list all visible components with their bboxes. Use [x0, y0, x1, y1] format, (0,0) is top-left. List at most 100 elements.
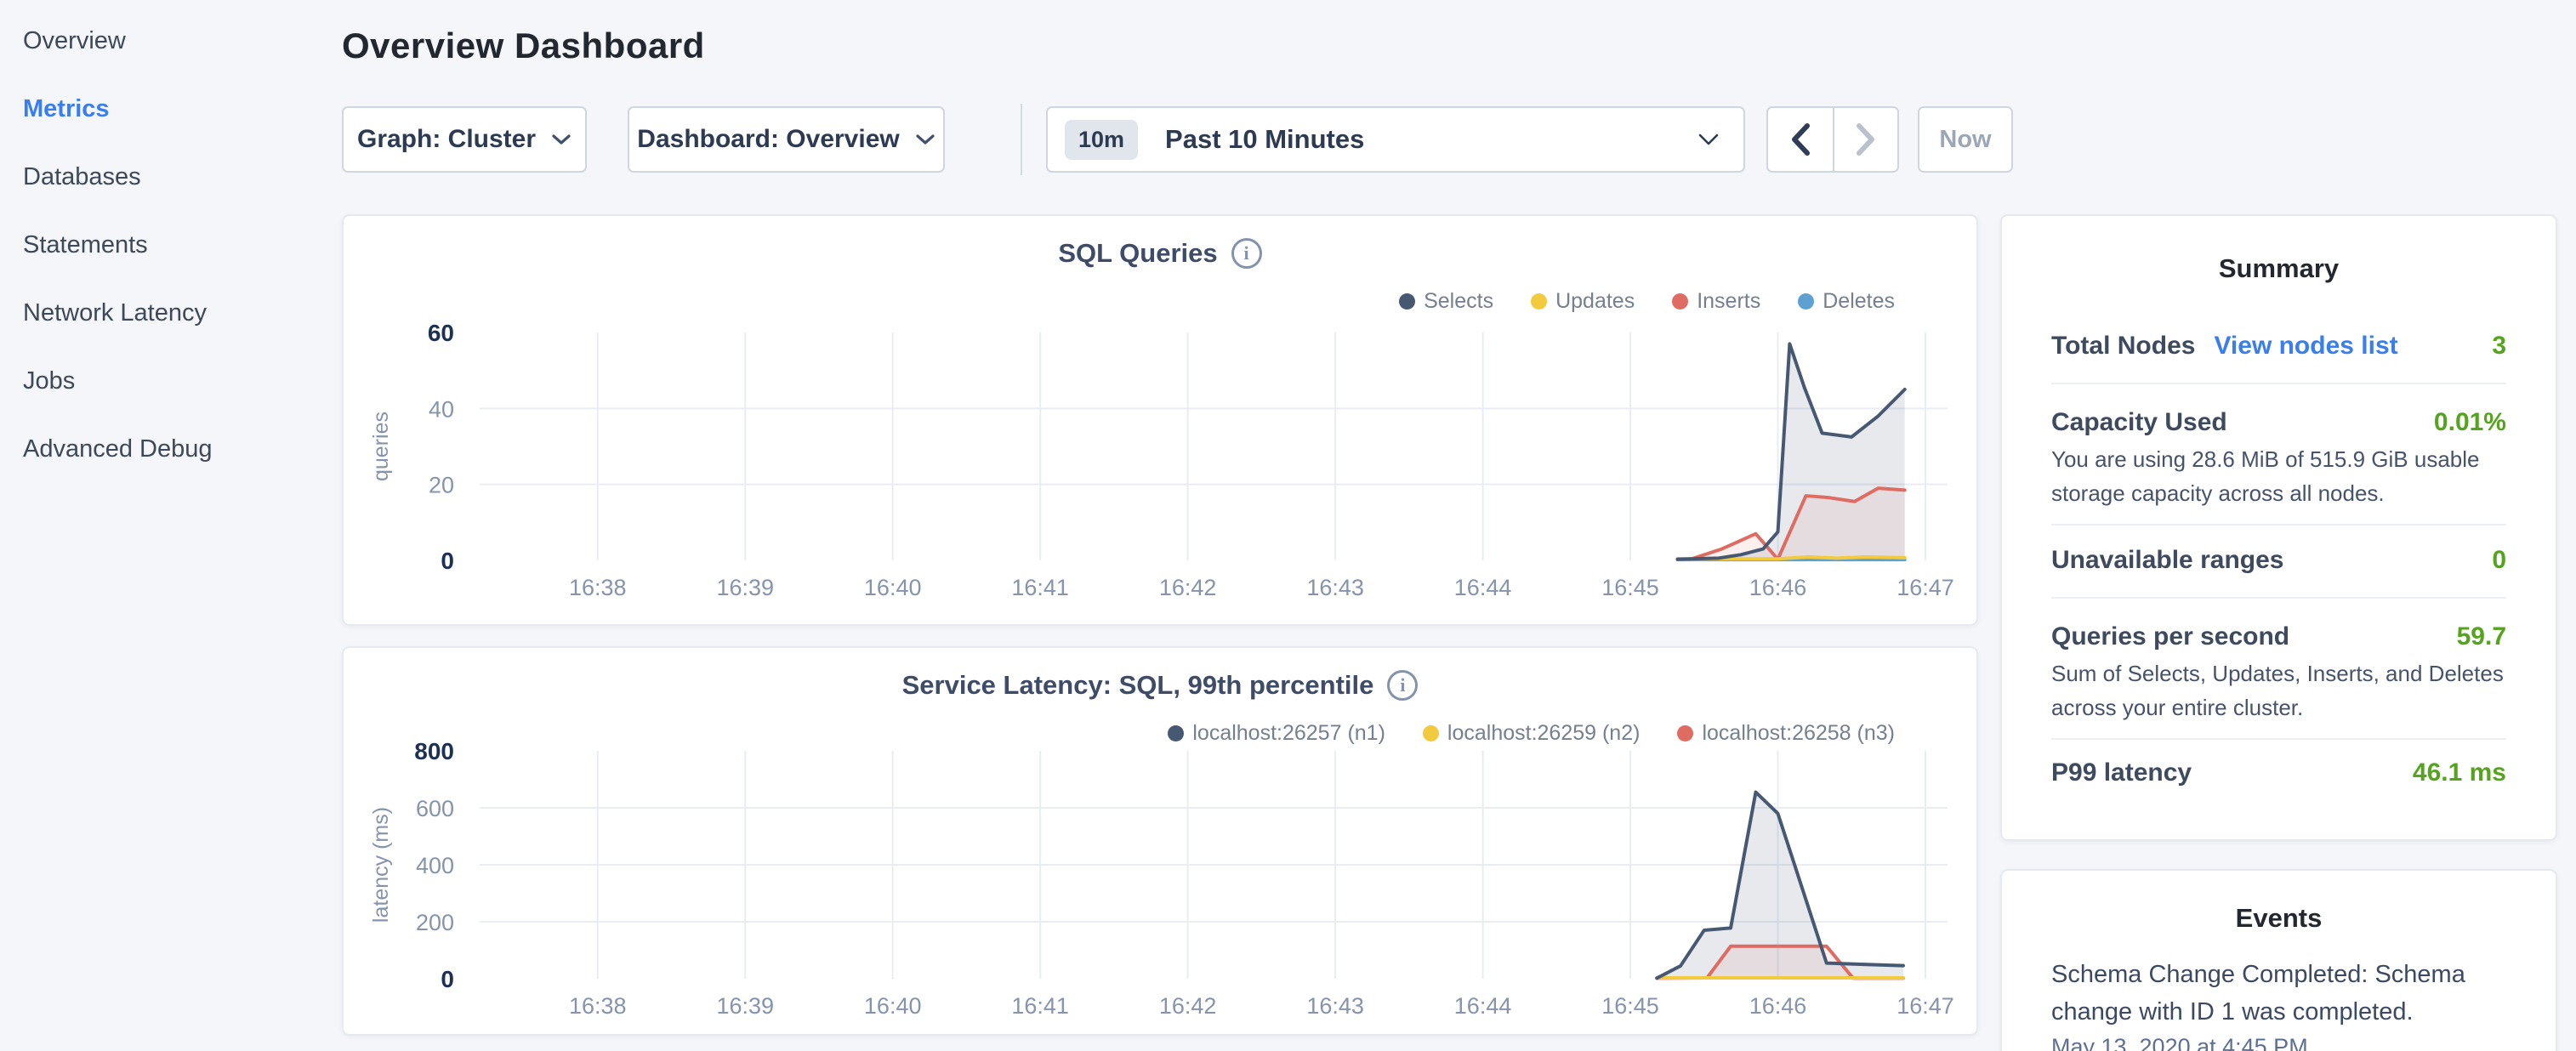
event-timestamp: May 13, 2020 at 4:45 PM	[2051, 1034, 2506, 1051]
svg-text:16:45: 16:45	[1601, 575, 1659, 600]
sql-queries-card: SQL Queries i Selects Updates Inserts Delet…	[342, 214, 1978, 626]
svg-text:16:41: 16:41	[1011, 993, 1069, 1019]
time-range-dropdown[interactable]: 10m Past 10 Minutes	[1046, 106, 1745, 173]
svg-text:16:46: 16:46	[1749, 993, 1807, 1019]
legend-dot-icon	[1672, 293, 1688, 310]
svg-text:16:47: 16:47	[1896, 575, 1954, 600]
legend-dot-icon	[1399, 293, 1415, 310]
sidebar-item-network-latency[interactable]: Network Latency	[0, 279, 340, 347]
time-range-label: Past 10 Minutes	[1165, 124, 1364, 155]
chevron-right-icon	[1855, 122, 1877, 156]
svg-text:400: 400	[416, 853, 454, 878]
summary-panel: Summary Total Nodes View nodes list 3 Ca…	[2000, 214, 2557, 841]
legend-label: Selects	[1424, 289, 1493, 314]
unavailable-ranges-value: 0	[2492, 546, 2506, 575]
svg-text:16:43: 16:43	[1306, 993, 1364, 1019]
chart-title: SQL Queries	[1058, 238, 1217, 269]
total-nodes-value: 3	[2492, 332, 2506, 361]
legend-label: Updates	[1555, 289, 1635, 314]
svg-text:16:42: 16:42	[1159, 575, 1217, 600]
svg-text:16:44: 16:44	[1454, 993, 1512, 1019]
graph-scope-dropdown[interactable]: Graph: Cluster	[342, 106, 587, 173]
service-latency-chart[interactable]: 16:38 16:39 16:40 16:41 16:42 16:43 16:44 16:45…	[344, 739, 1980, 1032]
svg-text:16:42: 16:42	[1159, 993, 1217, 1019]
svg-text:16:46: 16:46	[1749, 575, 1807, 600]
chart-legend: Selects Updates Inserts Deletes	[1399, 289, 1895, 314]
capacity-label: Capacity Used	[2051, 408, 2227, 437]
chevron-down-icon	[915, 134, 935, 145]
legend-label: Deletes	[1823, 289, 1895, 314]
svg-text:16:41: 16:41	[1011, 575, 1069, 600]
divider	[2051, 738, 2506, 740]
sidebar-item-statements[interactable]: Statements	[0, 211, 340, 279]
events-heading: Events	[2002, 903, 2556, 934]
info-icon[interactable]: i	[1231, 238, 1262, 269]
sql-queries-chart[interactable]: 16:38 16:39 16:40 16:41 16:42 16:43 16:44 16:45…	[344, 321, 1980, 614]
time-step-buttons	[1766, 106, 1899, 173]
graph-scope-label: Graph: Cluster	[357, 125, 536, 154]
sidebar-item-jobs[interactable]: Jobs	[0, 347, 340, 415]
svg-text:latency (ms): latency (ms)	[369, 807, 393, 923]
svg-text:16:45: 16:45	[1601, 993, 1659, 1019]
svg-text:16:40: 16:40	[864, 993, 922, 1019]
p99-latency-value: 46.1 ms	[2413, 758, 2506, 787]
capacity-description: You are using 28.6 MiB of 515.9 GiB usab…	[2051, 442, 2506, 510]
time-range-badge: 10m	[1065, 120, 1138, 160]
qps-value: 59.7	[2457, 622, 2506, 651]
event-message[interactable]: Schema Change Completed: Schema change w…	[2051, 956, 2506, 1031]
svg-text:16:40: 16:40	[864, 575, 922, 600]
sidebar-item-databases[interactable]: Databases	[0, 143, 340, 211]
svg-text:0: 0	[441, 548, 454, 574]
total-nodes-label: Total Nodes	[2051, 332, 2195, 361]
svg-text:16:43: 16:43	[1306, 575, 1364, 600]
divider	[2051, 524, 2506, 526]
unavailable-ranges-label: Unavailable ranges	[2051, 546, 2283, 575]
svg-text:800: 800	[414, 739, 454, 764]
total-nodes-row: Total Nodes View nodes list 3	[2051, 332, 2506, 361]
dashboard-label: Dashboard: Overview	[637, 125, 899, 154]
summary-heading: Summary	[2002, 253, 2556, 284]
p99-latency-label: P99 latency	[2051, 758, 2192, 787]
svg-text:16:39: 16:39	[716, 575, 774, 600]
svg-text:16:44: 16:44	[1454, 575, 1512, 600]
legend-label: Inserts	[1697, 289, 1760, 314]
sidebar-item-metrics[interactable]: Metrics	[0, 75, 340, 143]
page-title: Overview Dashboard	[342, 26, 705, 66]
capacity-value: 0.01%	[2434, 408, 2506, 437]
svg-text:16:39: 16:39	[716, 993, 774, 1019]
legend-item: Inserts	[1672, 289, 1760, 314]
svg-text:40: 40	[429, 396, 454, 422]
controls-divider	[1021, 104, 1022, 175]
step-forward-button[interactable]	[1833, 108, 1897, 171]
svg-text:200: 200	[416, 910, 454, 935]
chevron-left-icon	[1789, 122, 1811, 156]
view-nodes-list-link[interactable]: View nodes list	[2214, 332, 2397, 361]
divider	[2051, 383, 2506, 384]
chevron-down-icon	[551, 134, 571, 145]
legend-dot-icon	[1798, 293, 1814, 310]
sidebar-item-advanced-debug[interactable]: Advanced Debug	[0, 415, 340, 483]
qps-description: Sum of Selects, Updates, Inserts, and De…	[2051, 656, 2506, 724]
svg-text:16:47: 16:47	[1896, 993, 1954, 1019]
svg-text:20: 20	[429, 473, 454, 498]
svg-text:0: 0	[441, 966, 454, 992]
svg-text:16:38: 16:38	[569, 993, 627, 1019]
events-panel: Events Schema Change Completed: Schema c…	[2000, 869, 2557, 1051]
qps-label: Queries per second	[2051, 622, 2289, 651]
dashboard-dropdown[interactable]: Dashboard: Overview	[628, 106, 945, 173]
legend-dot-icon	[1531, 293, 1547, 310]
chart-title: Service Latency: SQL, 99th percentile	[902, 670, 1374, 701]
capacity-row: Capacity Used 0.01%	[2051, 408, 2506, 437]
legend-item: Deletes	[1798, 289, 1895, 314]
qps-row: Queries per second 59.7	[2051, 622, 2506, 651]
svg-text:queries: queries	[369, 412, 393, 481]
divider	[2051, 597, 2506, 599]
now-button[interactable]: Now	[1918, 106, 2013, 173]
svg-text:16:38: 16:38	[569, 575, 627, 600]
p99-latency-row: P99 latency 46.1 ms	[2051, 758, 2506, 787]
metrics-page: Overview Metrics Databases Statements Ne…	[0, 0, 2576, 1051]
sidebar-item-overview[interactable]: Overview	[0, 7, 340, 75]
info-icon[interactable]: i	[1387, 670, 1418, 701]
step-back-button[interactable]	[1768, 108, 1833, 171]
chevron-down-icon	[1697, 133, 1720, 146]
